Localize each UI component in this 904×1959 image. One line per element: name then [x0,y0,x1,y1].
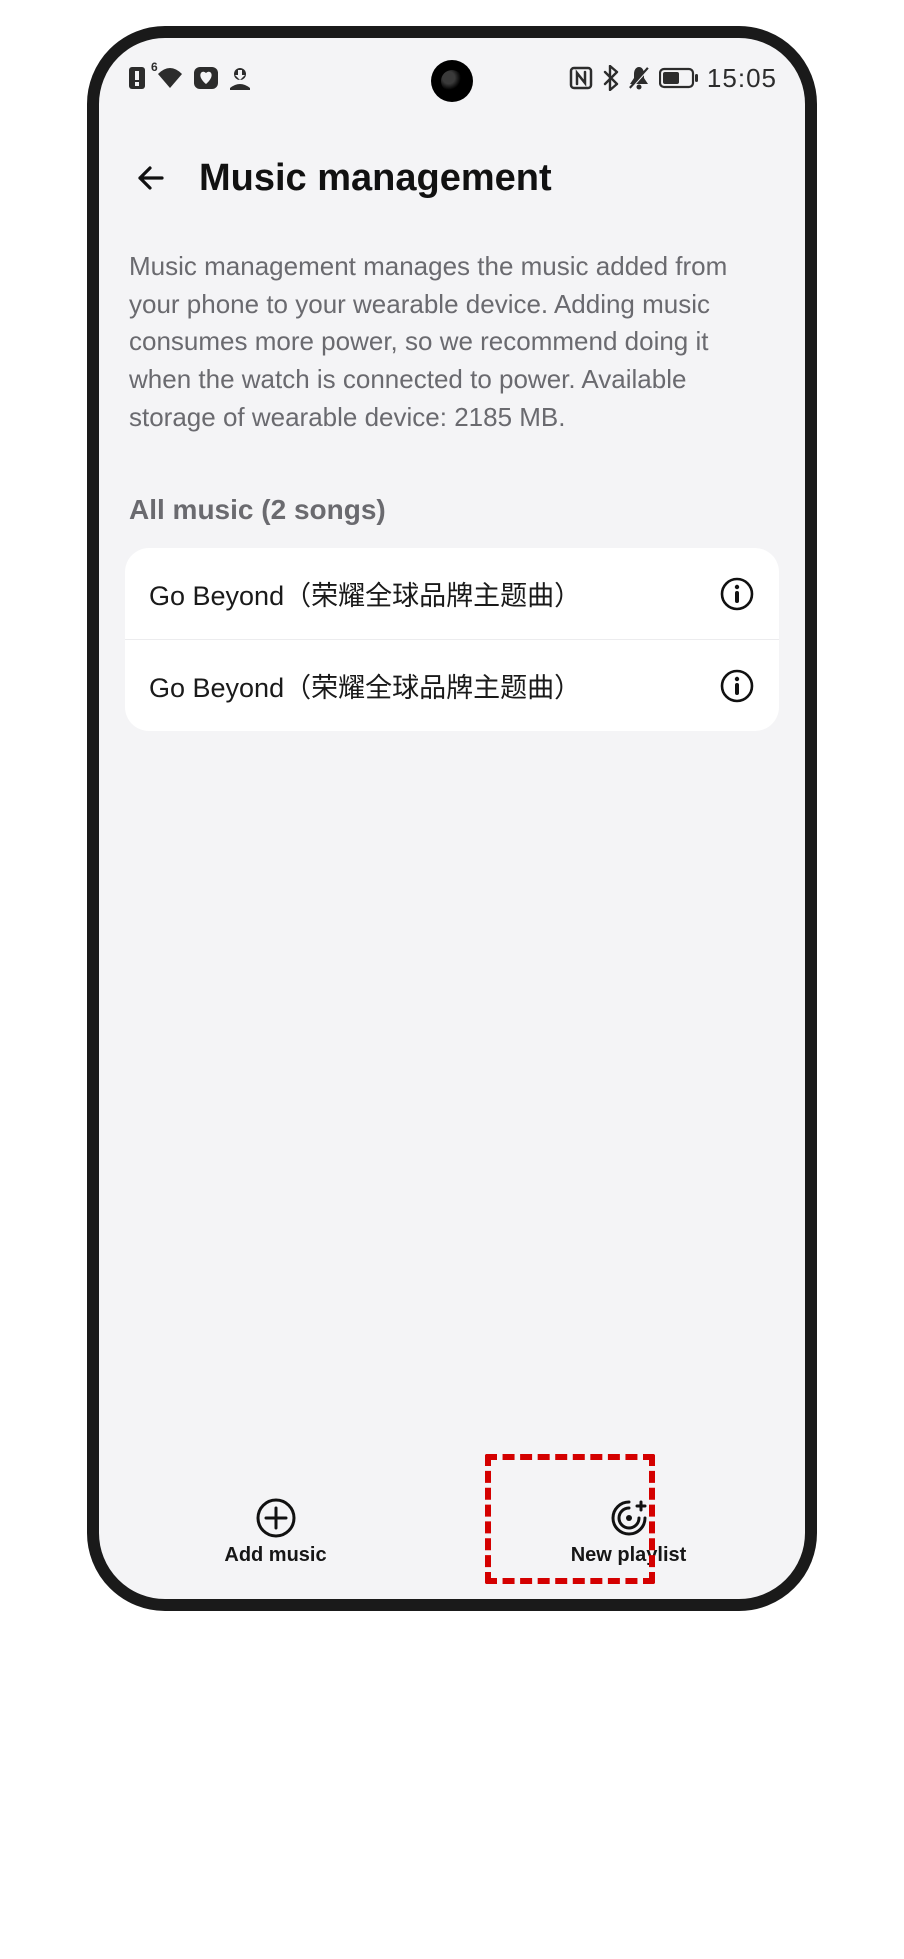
section-label-all-music: All music (2 songs) [125,494,779,526]
new-playlist-button[interactable]: New playlist [452,1481,805,1581]
heart-icon [193,66,219,90]
phone-side-button [815,838,817,1028]
phone-side-button [815,698,817,808]
new-playlist-label: New playlist [571,1544,687,1567]
songs-card: Go Beyond（荣耀全球品牌主题曲） Go Beyond（荣耀全球品牌主题曲… [125,548,779,731]
status-right: 15:05 [569,63,777,94]
info-icon[interactable] [719,668,755,704]
arrow-left-icon [132,158,172,198]
song-title: Go Beyond（荣耀全球品牌主题曲） [149,574,581,613]
wifi-6-icon: 6 [155,66,185,90]
content-area: Music management manages the music added… [99,238,805,1479]
song-row[interactable]: Go Beyond（荣耀全球品牌主题曲） [125,548,779,639]
download-manager-icon [227,66,253,90]
disc-plus-icon [607,1496,651,1540]
page-title: Music management [199,157,552,200]
song-row[interactable]: Go Beyond（荣耀全球品牌主题曲） [125,639,779,731]
bluetooth-icon [601,65,619,91]
status-clock: 15:05 [707,63,777,94]
back-button[interactable] [129,155,175,201]
warning-sim-icon [127,66,147,90]
info-icon[interactable] [719,576,755,612]
app-header: Music management [99,138,805,218]
song-title: Go Beyond（荣耀全球品牌主题曲） [149,666,581,705]
nfc-icon [569,66,593,90]
phone-frame: 6 15:05 [87,26,817,1611]
status-left: 6 [127,66,253,90]
add-music-button[interactable]: Add music [99,1481,452,1581]
plus-circle-icon [254,1496,298,1540]
description-text: Music management manages the music added… [125,238,779,436]
battery-icon [659,67,699,89]
add-music-label: Add music [224,1544,326,1567]
mute-icon [627,65,651,91]
bottom-bar: Add music New playlist [99,1481,805,1581]
status-bar: 6 15:05 [99,38,805,118]
